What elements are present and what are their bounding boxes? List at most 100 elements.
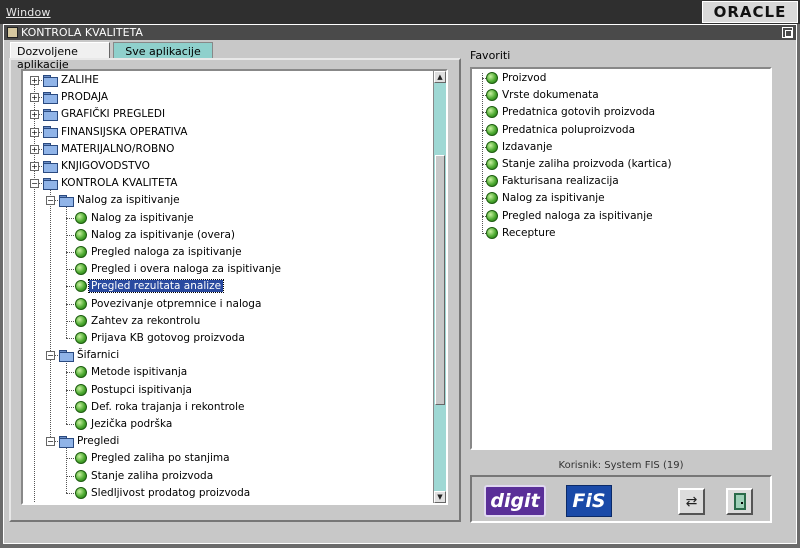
tree-collapse-toggle[interactable]: − <box>46 437 55 447</box>
favorite-item[interactable]: Fakturisana realizacija <box>486 173 621 189</box>
tree-folder-node[interactable]: PRODAJA <box>43 89 110 105</box>
tree-node-label: Jezička podrška <box>91 418 173 430</box>
tree-form-node[interactable]: Def. roka trajanja i rekontrole <box>75 399 247 415</box>
tab-all-apps[interactable]: Sve aplikacije <box>113 42 213 59</box>
form-icon <box>75 400 87 413</box>
tree-form-node[interactable]: Postupci ispitivanja <box>75 382 194 398</box>
form-icon <box>75 332 87 344</box>
favorite-item[interactable]: Predatnica gotovih proizvoda <box>486 104 657 120</box>
tree-folder-node[interactable]: FINANSIJSKA OPERATIVA <box>43 124 189 140</box>
tree-folder-node[interactable]: MATERIJALNO/ROBNO <box>43 141 176 157</box>
tree-form-node[interactable]: Sledljivost prodatog proizvoda <box>75 485 252 501</box>
tree-node-label: Pregled rezultata analize <box>87 279 225 294</box>
tree-node-label: Pregled i overa naloga za ispitivanje <box>91 263 282 276</box>
favorite-item[interactable]: Nalog za ispitivanje <box>486 190 607 206</box>
tree-node-label: GRAFIČKI PREGLEDI <box>61 108 166 121</box>
favorite-item-label: Pregled naloga za ispitivanje <box>502 209 653 222</box>
form-icon <box>486 209 498 222</box>
favorite-item[interactable]: Predatnica poluproizvoda <box>486 122 637 138</box>
form-icon <box>75 486 87 499</box>
form-icon <box>75 228 87 241</box>
folder-icon <box>43 126 58 139</box>
form-icon <box>486 140 498 153</box>
form-icon <box>486 72 498 84</box>
tree-form-node[interactable]: Pregled naloga za ispitivanje <box>75 244 244 260</box>
favorite-item-label: Izdavanje <box>502 140 553 153</box>
form-icon <box>75 452 87 465</box>
window-title: KONTROLA KVALITETA <box>21 26 143 39</box>
folder-icon <box>43 143 58 156</box>
exit-door-icon <box>733 493 746 510</box>
tree-node-label: Prijava KB gotovog proizvoda <box>91 332 245 344</box>
tree-folder-node[interactable]: GRAFIČKI PREGLEDI <box>43 106 167 122</box>
favorite-item[interactable]: Izdavanje <box>486 139 554 155</box>
tree-form-node[interactable]: Stanje zaliha proizvoda <box>75 468 215 484</box>
form-icon <box>486 175 498 188</box>
tree-folder-node[interactable]: Šifarnici <box>59 347 121 363</box>
tree-panel: ▲ ▼ + ZALIHE + PRODAJA + GRAFIČKI PREGLEDI + FI… <box>9 58 461 522</box>
tree-folder-node[interactable]: KNJIGOVODSTVO <box>43 158 152 174</box>
favorite-item-label: Recepture <box>502 226 556 239</box>
form-icon <box>75 383 87 396</box>
folder-icon <box>59 194 74 207</box>
favorite-item[interactable]: Pregled naloga za ispitivanje <box>486 208 655 224</box>
tree-node-label: Pregledi <box>77 435 120 448</box>
form-icon <box>486 158 498 170</box>
tree-expand-toggle[interactable]: + <box>30 93 39 103</box>
tree-expand-toggle[interactable]: + <box>30 76 39 85</box>
tree-scrollbar[interactable]: ▲ ▼ <box>433 71 446 503</box>
application-tree[interactable]: ▲ ▼ + ZALIHE + PRODAJA + GRAFIČKI PREGLEDI + FI… <box>21 69 448 505</box>
tab-allowed-apps[interactable]: Dozvoljene aplikacije <box>10 42 110 71</box>
tree-node-label: KNJIGOVODSTVO <box>61 160 150 172</box>
favorite-item-label: Vrste dokumenata <box>502 89 599 102</box>
favorites-list[interactable]: Proizvod Vrste dokumenata Predatnica gotov… <box>470 67 772 450</box>
tree-node-label: Nalog za ispitivanje <box>77 194 180 207</box>
favorite-item-label: Proizvod <box>502 72 547 84</box>
tree-expand-toggle[interactable]: + <box>30 162 39 171</box>
tree-expand-toggle[interactable]: + <box>30 127 39 137</box>
tree-form-node[interactable]: Nalog za ispitivanje (overa) <box>75 227 237 243</box>
tree-form-node[interactable]: Kontrola izveštaji <box>59 502 167 505</box>
tree-form-node[interactable]: Nalog za ispitivanje <box>75 210 196 226</box>
tree-form-node[interactable]: Metode ispitivanja <box>75 364 189 380</box>
tree-form-node[interactable]: Povezivanje otpremnice i naloga <box>75 296 263 312</box>
tree-expand-toggle[interactable]: + <box>30 110 39 120</box>
tree-form-node[interactable]: Pregled i overa naloga za ispitivanje <box>75 261 283 277</box>
form-icon <box>75 280 87 293</box>
restore-icon[interactable] <box>782 27 793 38</box>
favorite-item[interactable]: Vrste dokumenata <box>486 87 601 103</box>
tree-folder-node[interactable]: KONTROLA KVALITETA <box>43 175 179 191</box>
scroll-up-button[interactable]: ▲ <box>434 71 446 83</box>
favorite-item[interactable]: Stanje zaliha proizvoda (kartica) <box>486 156 674 172</box>
switch-user-button[interactable]: ⇄ <box>678 488 705 515</box>
tree-expand-toggle[interactable]: + <box>30 144 39 154</box>
exit-button[interactable] <box>726 488 753 515</box>
tree-folder-node[interactable]: ZALIHE <box>43 72 101 88</box>
form-icon <box>486 106 498 119</box>
tree-form-node[interactable]: Pregled rezultata analize <box>75 278 225 294</box>
tree-form-node[interactable]: Jezička podrška <box>75 416 174 432</box>
scroll-thumb[interactable] <box>435 155 445 405</box>
form-icon <box>486 89 498 102</box>
tree-node-label: Nalog za ispitivanje <box>91 211 194 224</box>
form-icon <box>75 469 87 482</box>
tree-node-label: Pregled zaliha po stanjima <box>91 452 230 465</box>
tree-collapse-toggle[interactable]: − <box>46 351 55 361</box>
form-icon <box>486 123 498 136</box>
window-titlebar: KONTROLA KVALITETA <box>4 25 796 40</box>
tree-folder-node[interactable]: Nalog za ispitivanje <box>59 192 182 208</box>
tree-form-node[interactable]: Zahtev za rekontrolu <box>75 313 202 329</box>
tree-collapse-toggle[interactable]: − <box>30 179 39 189</box>
tree-form-node[interactable]: Pregled zaliha po stanjima <box>75 450 232 466</box>
scroll-down-button[interactable]: ▼ <box>434 491 446 503</box>
tree-node-label: Kontrola izveštaji <box>73 504 167 505</box>
tree-form-node[interactable]: Prijava KB gotovog proizvoda <box>75 330 247 346</box>
form-icon <box>75 418 87 430</box>
favorite-item[interactable]: Recepture <box>486 225 558 241</box>
tree-collapse-toggle[interactable]: − <box>46 196 55 206</box>
app-icon <box>7 27 18 38</box>
favorite-item[interactable]: Proizvod <box>486 70 548 86</box>
form-icon <box>75 246 87 258</box>
tree-folder-node[interactable]: Pregledi <box>59 433 121 449</box>
menu-window[interactable]: Window <box>6 6 51 19</box>
